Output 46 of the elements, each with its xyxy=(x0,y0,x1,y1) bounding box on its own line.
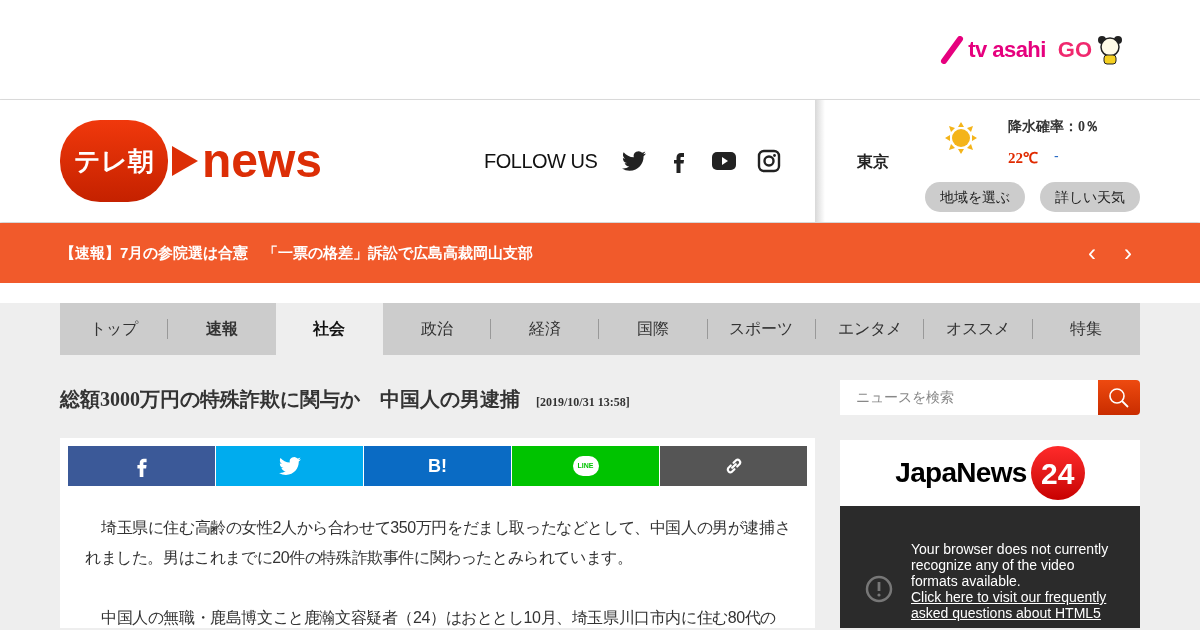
sun-icon xyxy=(945,122,977,154)
stroke-icon xyxy=(940,35,965,64)
warning-icon xyxy=(865,575,893,603)
nav-tab[interactable]: 経済 xyxy=(491,303,599,355)
weather-button[interactable]: 詳しい天気 xyxy=(1040,182,1140,212)
nav-tab[interactable]: 政治 xyxy=(382,303,491,355)
nav-tab[interactable]: スポーツ xyxy=(707,303,816,355)
nav-tab[interactable]: 速報 xyxy=(168,303,276,355)
search-button[interactable] xyxy=(1098,380,1140,415)
video-brand-number: 24 xyxy=(1030,446,1085,500)
article-date: [2019/10/31 13:58] xyxy=(536,394,630,411)
nav-tab[interactable]: 社会 xyxy=(275,303,383,355)
mascot-icon xyxy=(1096,34,1124,65)
temperature-low: - xyxy=(1054,147,1059,166)
social-link[interactable] xyxy=(756,148,782,174)
article-paragraph: 中国人の無職・鹿島博文こと鹿瀚文容疑者（24）はおととし10月、埼玉県川口市内に住む80代の xyxy=(100,608,777,628)
search-icon xyxy=(1108,386,1130,409)
video-brand-text: JapaNews xyxy=(895,456,1027,490)
temperature-high: 22℃ xyxy=(1008,149,1038,168)
precipitation-text: 降水確率：0％ xyxy=(1008,118,1099,136)
weather-button[interactable]: 地域を選ぶ xyxy=(925,182,1025,212)
logo-word: news xyxy=(202,137,323,185)
brand-badge[interactable]: GO xyxy=(1057,38,1092,61)
article-title: 総額3000万円の特殊詐欺に関与か 中国人の男逮捕 xyxy=(60,387,520,412)
nav-tab[interactable]: 特集 xyxy=(1032,303,1140,355)
brand-text[interactable]: tv asahi xyxy=(968,33,1046,66)
youtube-icon xyxy=(711,149,736,173)
twitter-icon xyxy=(621,149,646,173)
nav-tab[interactable]: オススメ xyxy=(924,303,1032,355)
follow-label: FOLLOW US xyxy=(484,149,598,174)
nav-tab[interactable]: 国際 xyxy=(599,303,707,355)
twitter-icon xyxy=(278,455,301,477)
nav-tab[interactable]: トップ xyxy=(60,303,168,355)
city-label: 東京 xyxy=(857,152,889,172)
play-icon xyxy=(172,146,198,176)
search-field[interactable]: ニュースを検索 xyxy=(840,380,1098,415)
hatena-share-button[interactable]: B! xyxy=(364,446,511,486)
twitter-share-button[interactable] xyxy=(216,446,363,486)
logo-badge[interactable]: テレ朝 xyxy=(60,120,168,202)
article-paragraph: 埼玉県に住む高齢の女性2人から合わせて350万円をだまし取ったなどとして、中国人の男が逮捕されました。男はこれまでに20件の特殊詐欺事件に関わったとみられています。 xyxy=(85,518,792,568)
social-link[interactable] xyxy=(621,148,647,174)
instagram-icon xyxy=(756,149,781,173)
video-error-message: Your browser does not currently recognize any of the video formats available. xyxy=(911,541,1110,589)
logo-text: テレ朝 xyxy=(74,144,154,178)
nav-tab[interactable]: エンタメ xyxy=(816,303,924,355)
faq-link[interactable]: Click here to visit our frequently asked questions about HTML5 xyxy=(911,589,1116,621)
